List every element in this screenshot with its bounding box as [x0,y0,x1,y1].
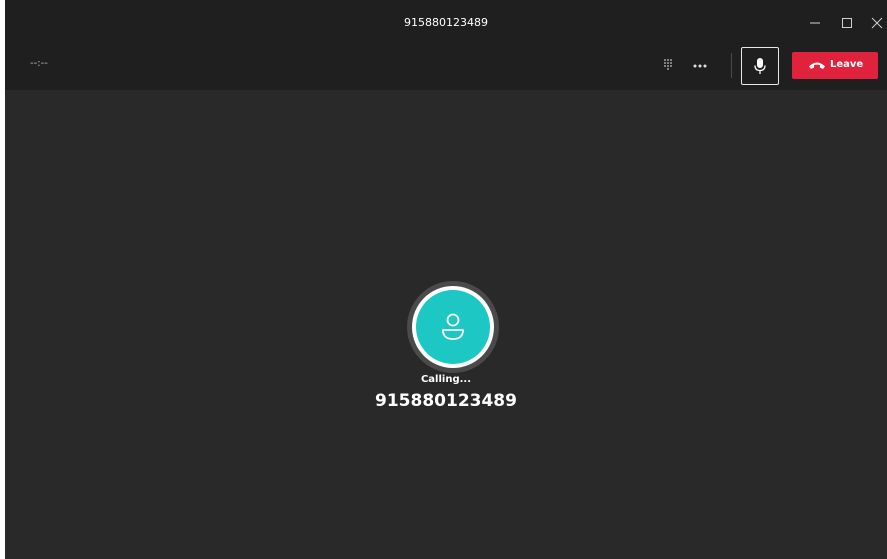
call-status: Calling... [420,374,472,385]
dialpad-button[interactable] [660,57,676,73]
callee-number: 915880123489 [375,391,517,411]
person-icon [442,313,464,340]
maximize-icon [842,18,852,28]
dialpad-icon [664,59,672,70]
minimize-icon [810,22,820,24]
avatar [407,281,499,373]
leave-button[interactable]: Leave [792,52,878,79]
title-bar: 915880123489 [5,0,887,42]
minimize-button[interactable] [805,12,825,32]
maximize-button[interactable] [837,12,857,32]
window-title: 915880123489 [404,16,488,29]
microphone-icon [754,58,766,74]
more-options-icon [693,64,707,68]
call-toolbar: --:-- Leave [5,42,887,90]
hang-up-icon [809,62,825,69]
call-timer: --:-- [30,58,48,69]
toolbar-divider [731,53,732,78]
more-options-button[interactable] [690,57,710,73]
call-window: 915880123489 --:-- Leave Calling... 9158… [5,0,887,559]
close-icon [871,17,883,29]
leave-button-label: Leave [830,59,864,70]
mute-button[interactable] [741,47,779,85]
close-button[interactable] [867,12,887,32]
